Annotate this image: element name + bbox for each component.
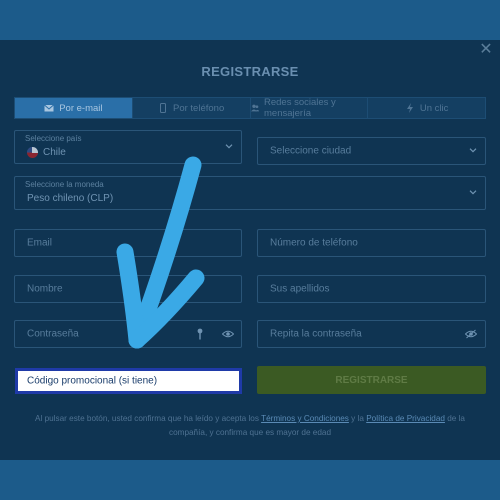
name-field[interactable]: Nombre [14,275,242,303]
tab-label: Redes sociales y mensajería [264,97,336,119]
currency-label: Seleccione la moneda [25,180,104,189]
password-field[interactable]: Contraseña [14,320,242,348]
tab-label: Por e-mail [59,102,103,114]
tab-label: Por teléfono [173,102,225,114]
city-select[interactable]: Seleccione ciudad [257,137,486,165]
envelope-icon [44,104,55,112]
tab-one-click[interactable]: Un clic [368,98,485,118]
tab-email[interactable]: Por e-mail [15,98,133,118]
eye-slash-icon[interactable] [465,329,477,339]
users-icon [250,104,259,112]
register-button[interactable]: REGISTRARSE [257,366,486,394]
chevron-down-icon [469,190,477,195]
legal-text: y la [348,414,367,423]
page-footer-band [0,460,500,500]
email-field[interactable]: Email [14,229,242,257]
repeat-password-field[interactable]: Repita la contraseña [257,320,486,348]
email-placeholder: Email [27,237,53,249]
legal-notice: Al pulsar este botón, usted confirma que… [20,412,480,440]
phone-field[interactable]: Número de teléfono [257,229,486,257]
legal-text: Al pulsar este botón, usted confirma que… [35,414,262,423]
tab-social[interactable]: Redes sociales y mensajería [250,97,369,119]
key-icon[interactable] [196,328,204,340]
lightning-icon [406,103,413,113]
name-placeholder: Nombre [27,283,63,295]
chile-flag-icon [27,147,38,158]
terms-link[interactable]: Términos y Condiciones [261,414,349,423]
phone-placeholder: Número de teléfono [270,237,358,249]
password-placeholder: Contraseña [27,328,79,340]
currency-value: Peso chileno (CLP) [27,193,114,204]
surname-field[interactable]: Sus apellidos [257,275,486,303]
privacy-link[interactable]: Política de Privacidad [366,414,445,423]
close-icon[interactable]: ✕ [478,42,494,58]
currency-select[interactable]: Seleccione la moneda Peso chileno (CLP) [14,176,486,210]
chevron-down-icon [469,148,477,153]
country-label: Seleccione país [25,134,82,143]
registration-tabs: Por e-mail Por teléfono Redes sociales y… [14,97,486,119]
country-select[interactable]: Seleccione país Chile [14,130,242,164]
phone-icon [160,103,166,113]
repeat-password-placeholder: Repita la contraseña [270,328,362,340]
surname-placeholder: Sus apellidos [270,283,330,295]
eye-icon[interactable] [222,330,234,339]
country-value-wrap: Chile [27,147,66,158]
promo-placeholder: Código promocional (si tiene) [27,375,158,387]
tab-phone[interactable]: Por teléfono [133,98,251,118]
promo-code-field[interactable]: Código promocional (si tiene) [15,368,242,394]
page-header-band [0,0,500,40]
chevron-down-icon [225,144,233,149]
country-value: Chile [43,147,66,159]
modal-title: REGISTRARSE [201,64,299,79]
tab-label: Un clic [419,102,449,114]
city-placeholder: Seleccione ciudad [270,145,352,157]
